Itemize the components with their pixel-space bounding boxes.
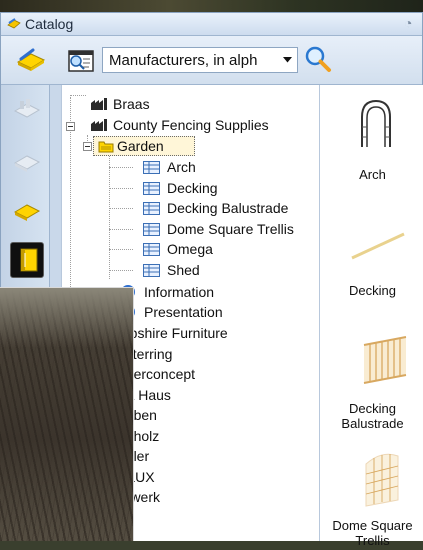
title-bar[interactable]: Catalog ◔	[1, 13, 422, 36]
tree-item-label: Arch	[167, 159, 196, 175]
tree-item-label: Omega	[167, 241, 213, 257]
search-icon[interactable]	[303, 44, 333, 74]
tree-item-label: Dome Square Trellis	[167, 221, 294, 237]
chevron-down-icon	[283, 57, 292, 63]
tree-connector	[109, 155, 110, 279]
overlapping-photo	[0, 287, 134, 541]
search-manufacturer-icon[interactable]	[65, 45, 97, 75]
tree-connector	[109, 249, 133, 250]
tree-connector	[70, 95, 86, 96]
preview-label: Decking	[349, 283, 396, 298]
tree-connector	[109, 188, 133, 189]
table-icon	[143, 223, 160, 236]
side-tab-objects-icon[interactable]	[11, 145, 43, 177]
select-value: Manufacturers, in alph	[109, 52, 258, 69]
collapse-toggle[interactable]	[83, 142, 92, 151]
table-icon	[143, 182, 160, 195]
manufacturer-icon	[91, 98, 107, 110]
preview-label: Dome Square Trellis	[332, 518, 413, 548]
tree-item-label: Garden	[117, 138, 164, 154]
preview-item-decking[interactable]: Decking	[320, 220, 423, 310]
tree-item-label: County Fencing Supplies	[113, 117, 269, 133]
preview-panel: Arch Decking Decking Balustrade Dome Squ…	[319, 85, 423, 548]
arch-thumbnail	[361, 99, 391, 147]
toolbar: Manufacturers, in alph	[1, 36, 422, 85]
tree-connector	[109, 229, 133, 230]
window-corner-icon: ◔	[404, 15, 413, 31]
dropdown-button[interactable]	[276, 48, 297, 72]
tree-item-label: Shed	[167, 262, 200, 278]
tree-item-label: Decking Balustrade	[167, 200, 289, 216]
folder-icon	[98, 141, 114, 153]
preview-item-dome-square-trellis[interactable]: Dome Square Trellis	[320, 450, 423, 550]
manufacturer-icon	[91, 119, 107, 131]
table-icon	[143, 202, 160, 215]
catalog-title-icon	[7, 18, 21, 29]
catalog-view-icon[interactable]	[15, 47, 47, 73]
manufacturer-sort-select[interactable]: Manufacturers, in alph	[102, 47, 298, 73]
balustrade-thumbnail	[363, 336, 407, 384]
tree-item-label: Presentation	[144, 304, 223, 320]
table-icon	[143, 264, 160, 277]
side-tab-catalog-icon[interactable]	[11, 95, 43, 127]
tree-connector	[109, 208, 133, 209]
tree-connector	[109, 270, 133, 271]
preview-label: Arch	[359, 167, 386, 182]
preview-item-arch[interactable]: Arch	[320, 97, 423, 187]
preview-label: Decking Balustrade	[341, 401, 404, 431]
tree-item-label: mpshire Furniture	[118, 325, 228, 341]
tree-item-garden[interactable]: Garden	[93, 136, 195, 156]
table-icon	[143, 161, 160, 174]
tree-connector	[109, 167, 133, 168]
collapse-toggle[interactable]	[66, 122, 75, 131]
tree-item-label: Braas	[113, 96, 150, 112]
table-icon	[143, 243, 160, 256]
preview-item-decking-balustrade[interactable]: Decking Balustrade	[320, 335, 423, 435]
side-tab-book-icon[interactable]	[10, 242, 44, 278]
tree-item-label: Information	[144, 284, 215, 300]
photo-sky	[0, 288, 133, 348]
tree-item-label: Decking	[167, 180, 218, 196]
side-tab-materials-icon[interactable]	[11, 195, 43, 227]
decking-thumbnail	[351, 232, 405, 260]
window-title: Catalog	[25, 16, 74, 32]
trellis-thumbnail	[365, 453, 399, 507]
